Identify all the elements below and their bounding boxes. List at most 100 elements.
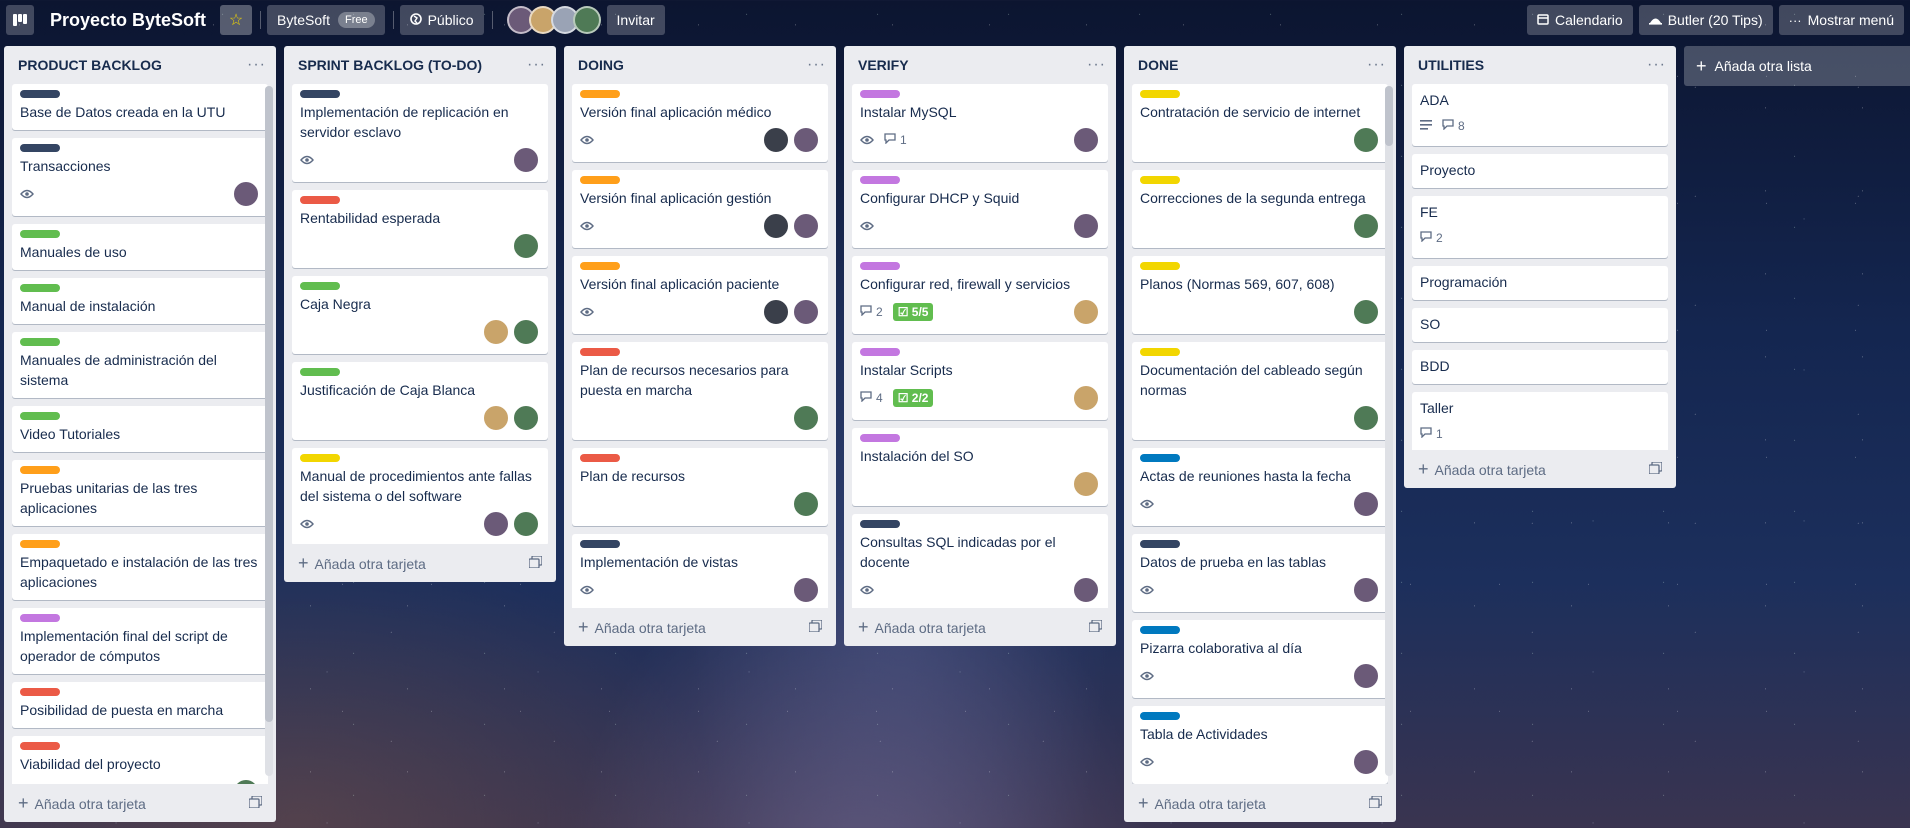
list-title[interactable]: DONE — [1138, 57, 1178, 73]
card[interactable]: Manual de procedimientos ante fallas del… — [292, 448, 548, 544]
member-avatar[interactable] — [1072, 576, 1100, 604]
add-card-button[interactable]: + Añada otra tarjeta — [284, 544, 556, 582]
card-label[interactable] — [20, 412, 60, 420]
card[interactable]: Implementación de replicación en servido… — [292, 84, 548, 182]
list-menu-icon[interactable]: ··· — [527, 56, 546, 74]
member-avatar[interactable] — [572, 6, 601, 34]
list-scrollbar[interactable] — [265, 86, 273, 776]
card[interactable]: Manual de instalación — [12, 278, 268, 324]
card[interactable]: Plan de recursos — [572, 448, 828, 526]
card[interactable]: Pruebas unitarias de las tres aplicacion… — [12, 460, 268, 526]
card[interactable]: Video Tutoriales — [12, 406, 268, 452]
member-avatar[interactable] — [232, 180, 260, 208]
card-template-icon[interactable] — [808, 618, 823, 635]
card[interactable]: Plan de recursos necesarios para puesta … — [572, 342, 828, 440]
card-label[interactable] — [1140, 454, 1180, 462]
member-avatar[interactable] — [482, 318, 510, 346]
member-avatar[interactable] — [512, 318, 540, 346]
card[interactable]: Transacciones — [12, 138, 268, 216]
card[interactable]: Manuales de uso — [12, 224, 268, 270]
card-template-icon[interactable] — [528, 554, 543, 571]
card-template-icon[interactable] — [248, 794, 263, 811]
card-label[interactable] — [20, 540, 60, 548]
card[interactable]: Empaquetado e instalación de las tres ap… — [12, 534, 268, 600]
member-avatar[interactable] — [482, 510, 510, 538]
card[interactable]: Configurar red, firewall y servicios 2 ☑ 5… — [852, 256, 1108, 334]
star-icon[interactable]: ☆ — [220, 5, 253, 35]
list-title[interactable]: VERIFY — [858, 57, 909, 73]
card-label[interactable] — [20, 614, 60, 622]
member-avatar[interactable] — [1352, 662, 1380, 690]
add-list-button[interactable]: + Añada otra lista — [1684, 46, 1910, 86]
member-avatar[interactable] — [792, 404, 820, 432]
card-label[interactable] — [860, 262, 900, 270]
member-avatar[interactable] — [1352, 298, 1380, 326]
card-label[interactable] — [860, 90, 900, 98]
member-avatar[interactable] — [792, 212, 820, 240]
list-title[interactable]: PRODUCT BACKLOG — [18, 57, 162, 73]
card[interactable]: Planos (Normas 569, 607, 608) — [1132, 256, 1388, 334]
card[interactable]: Datos de prueba en las tablas — [1132, 534, 1388, 612]
card-label[interactable] — [1140, 626, 1180, 634]
list-menu-icon[interactable]: ··· — [1367, 56, 1386, 74]
card-template-icon[interactable] — [1368, 794, 1383, 811]
card[interactable]: Justificación de Caja Blanca — [292, 362, 548, 440]
card[interactable]: Actas de reuniones hasta la fecha — [1132, 448, 1388, 526]
add-card-link[interactable]: + Añada otra tarjeta — [18, 793, 146, 814]
card-template-icon[interactable] — [1648, 460, 1663, 477]
add-card-link[interactable]: + Añada otra tarjeta — [1138, 793, 1266, 814]
member-avatar[interactable] — [762, 126, 790, 154]
card-label[interactable] — [860, 434, 900, 442]
card-template-icon[interactable] — [1088, 618, 1103, 635]
card-label[interactable] — [20, 338, 60, 346]
member-avatar[interactable] — [512, 146, 540, 174]
card[interactable]: Base de Datos creada en la UTU — [12, 84, 268, 130]
list-menu-icon[interactable]: ··· — [247, 56, 266, 74]
member-avatar[interactable] — [1352, 404, 1380, 432]
card[interactable]: BDD — [1412, 350, 1668, 384]
member-avatar[interactable] — [1352, 490, 1380, 518]
card-label[interactable] — [20, 466, 60, 474]
add-card-link[interactable]: + Añada otra tarjeta — [578, 617, 706, 638]
member-avatar[interactable] — [512, 510, 540, 538]
card[interactable]: SO — [1412, 308, 1668, 342]
list-title[interactable]: UTILITIES — [1418, 57, 1484, 73]
card-label[interactable] — [1140, 712, 1180, 720]
member-avatar[interactable] — [792, 126, 820, 154]
card-label[interactable] — [20, 90, 60, 98]
add-card-button[interactable]: + Añada otra tarjeta — [1404, 450, 1676, 488]
card-label[interactable] — [20, 144, 60, 152]
add-card-link[interactable]: + Añada otra tarjeta — [1418, 459, 1546, 480]
card-label[interactable] — [580, 540, 620, 548]
butler-button[interactable]: Butler (20 Tips) — [1638, 5, 1773, 35]
card[interactable]: Instalar Scripts 4 ☑ 2/2 — [852, 342, 1108, 420]
visibility-button[interactable]: Público — [399, 5, 484, 35]
card[interactable]: FE 2 — [1412, 196, 1668, 258]
card[interactable]: Versión final aplicación paciente — [572, 256, 828, 334]
show-menu-button[interactable]: ··· Mostrar menú — [1778, 5, 1904, 35]
card[interactable]: Rentabilidad esperada — [292, 190, 548, 268]
card[interactable]: Caja Negra — [292, 276, 548, 354]
member-avatar[interactable] — [1352, 576, 1380, 604]
member-avatar[interactable] — [1072, 384, 1100, 412]
member-avatar[interactable] — [1072, 212, 1100, 240]
card-label[interactable] — [580, 262, 620, 270]
card-label[interactable] — [580, 348, 620, 356]
card-label[interactable] — [580, 176, 620, 184]
card[interactable]: Configurar DHCP y Squid — [852, 170, 1108, 248]
card[interactable]: Instalar MySQL 1 — [852, 84, 1108, 162]
list-menu-icon[interactable]: ··· — [1087, 56, 1106, 74]
member-avatar[interactable] — [482, 404, 510, 432]
member-avatar[interactable] — [792, 490, 820, 518]
card[interactable]: Versión final aplicación médico — [572, 84, 828, 162]
add-card-button[interactable]: + Añada otra tarjeta — [4, 784, 276, 822]
card-label[interactable] — [300, 282, 340, 290]
card-label[interactable] — [1140, 90, 1180, 98]
card-label[interactable] — [860, 176, 900, 184]
member-avatar[interactable] — [1072, 298, 1100, 326]
card[interactable]: Consultas SQL indicadas por el docente — [852, 514, 1108, 608]
card-label[interactable] — [580, 90, 620, 98]
board-title[interactable]: Proyecto ByteSoft — [50, 10, 206, 31]
card[interactable]: Versión final aplicación gestión — [572, 170, 828, 248]
card-label[interactable] — [20, 688, 60, 696]
